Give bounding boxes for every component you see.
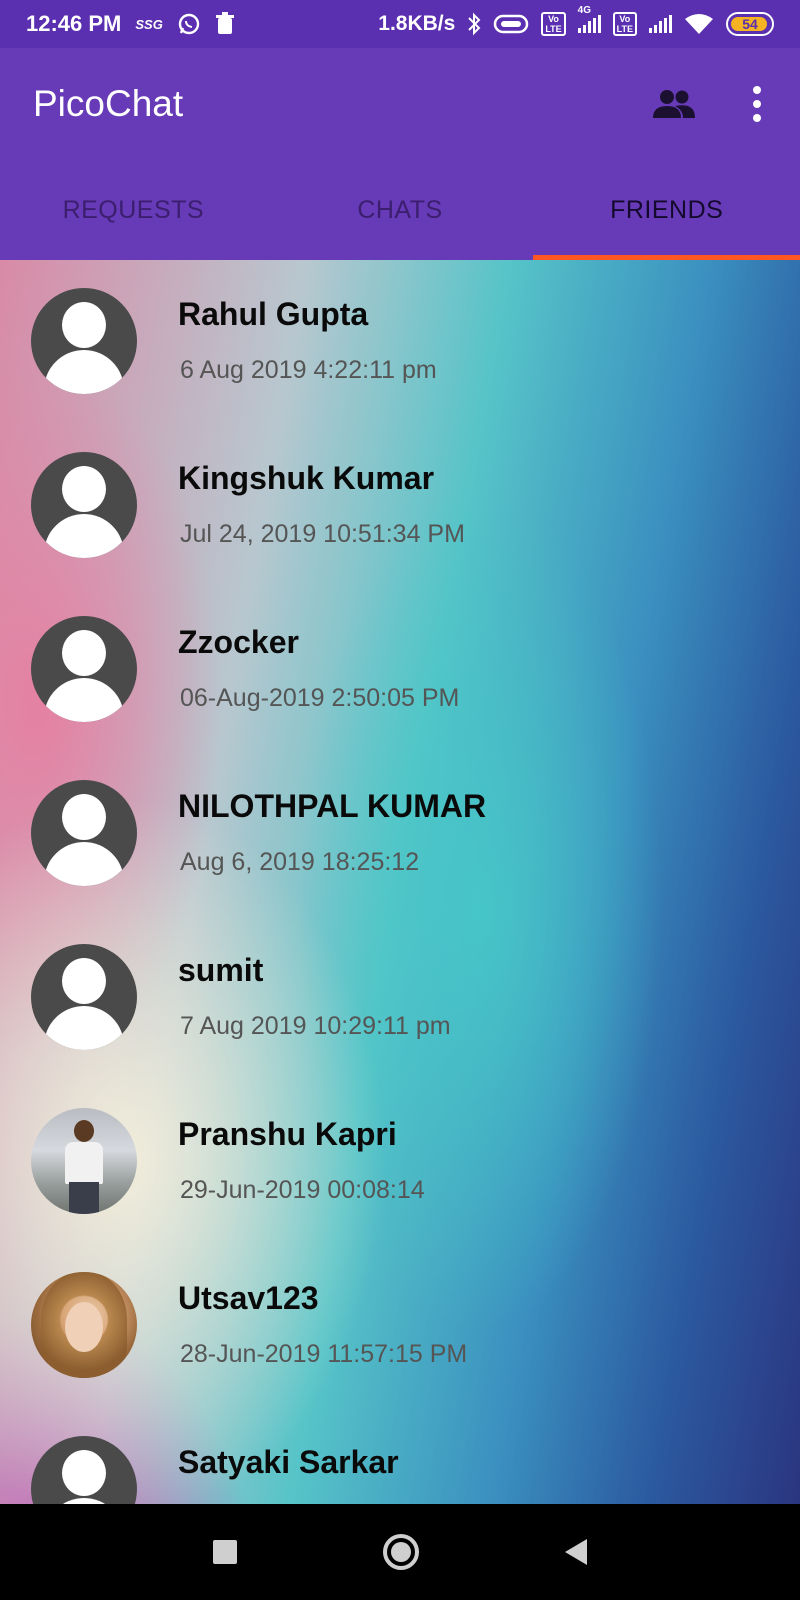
friend-timestamp: 06-Aug-2019 2:50:05 PM — [180, 684, 460, 712]
battery-icon: 54 — [726, 12, 774, 36]
volte-icon: Vo LTE — [541, 12, 566, 36]
bluetooth-icon — [467, 12, 481, 36]
friend-name: Kingshuk Kumar — [178, 460, 435, 496]
status-time: 12:46 PM — [26, 11, 122, 36]
friend-timestamp: 6 Aug 2019 4:22:11 pm — [180, 356, 437, 384]
signal-icon — [649, 15, 672, 33]
friend-item[interactable]: Kingshuk Kumar Jul 24, 2019 10:51:34 PM — [0, 424, 800, 588]
friend-timestamp: Jul 24, 2019 10:51:34 PM — [180, 520, 465, 548]
trash-icon — [215, 12, 235, 36]
avatar-photo[interactable] — [31, 1108, 137, 1214]
status-bar: 12:46 PM SSG 1.8KB/s Vo LTE 4G Vo LTE 54 — [0, 0, 800, 48]
friend-timestamp: 29-Jun-2019 00:08:14 — [180, 1176, 425, 1204]
tab-bar: REQUESTS CHATS FRIENDS — [0, 160, 800, 260]
wifi-icon — [684, 13, 714, 35]
friend-item[interactable]: Pranshu Kapri 29-Jun-2019 00:08:14 — [0, 1080, 800, 1244]
tab-requests[interactable]: REQUESTS — [0, 160, 267, 260]
avatar[interactable] — [31, 616, 137, 722]
friend-name: Satyaki Sarkar — [178, 1444, 399, 1480]
friend-item[interactable]: Utsav123 28-Jun-2019 11:57:15 PM — [0, 1244, 800, 1408]
tab-chats[interactable]: CHATS — [267, 160, 534, 260]
friend-name: sumit — [178, 952, 264, 988]
friend-name: Pranshu Kapri — [178, 1116, 397, 1152]
volte-icon-2: Vo LTE — [612, 12, 637, 36]
friend-timestamp: 7 Aug 2019 10:29:11 pm — [180, 1012, 451, 1040]
friend-item[interactable]: Zzocker 06-Aug-2019 2:50:05 PM — [0, 588, 800, 752]
avatar[interactable] — [31, 452, 137, 558]
friend-timestamp: 28-Jun-2019 11:57:15 PM — [180, 1340, 468, 1368]
avatar-photo[interactable] — [31, 1272, 137, 1378]
friends-list: Rahul Gupta 6 Aug 2019 4:22:11 pm Kingsh… — [0, 260, 800, 1504]
network-type: 4G — [577, 5, 591, 16]
friend-item[interactable]: NILOTHPAL KUMAR Aug 6, 2019 18:25:12 — [0, 752, 800, 916]
avatar[interactable] — [31, 1436, 137, 1504]
home-icon[interactable] — [383, 1534, 419, 1570]
friend-name: NILOTHPAL KUMAR — [178, 788, 487, 824]
friend-item[interactable]: Satyaki Sarkar — [0, 1408, 800, 1504]
signal-4g-icon: 4G — [577, 5, 601, 33]
back-icon[interactable] — [565, 1539, 587, 1565]
recents-icon[interactable] — [213, 1540, 237, 1564]
app-title: PicoChat — [33, 83, 184, 124]
avatar[interactable] — [31, 780, 137, 886]
friend-name: Zzocker — [178, 624, 299, 660]
net-speed: 1.8KB/s — [378, 12, 456, 35]
tab-friends[interactable]: FRIENDS — [533, 160, 800, 260]
more-options-icon[interactable] — [747, 86, 767, 122]
friend-item[interactable]: sumit 7 Aug 2019 10:29:11 pm — [0, 916, 800, 1080]
carrier-tag: SSG — [135, 16, 163, 32]
friend-item[interactable]: Rahul Gupta 6 Aug 2019 4:22:11 pm — [0, 260, 800, 424]
friend-name: Utsav123 — [178, 1280, 319, 1316]
avatar[interactable] — [31, 288, 137, 394]
whatsapp-icon — [177, 12, 201, 36]
avatar[interactable] — [31, 944, 137, 1050]
friend-timestamp: Aug 6, 2019 18:25:12 — [180, 848, 420, 876]
app-bar: PicoChat — [0, 48, 800, 160]
vibrate-icon — [493, 13, 529, 35]
people-icon[interactable] — [651, 88, 697, 120]
system-nav-bar — [0, 1504, 800, 1600]
battery-level: 54 — [742, 16, 758, 32]
friend-name: Rahul Gupta — [178, 296, 369, 332]
